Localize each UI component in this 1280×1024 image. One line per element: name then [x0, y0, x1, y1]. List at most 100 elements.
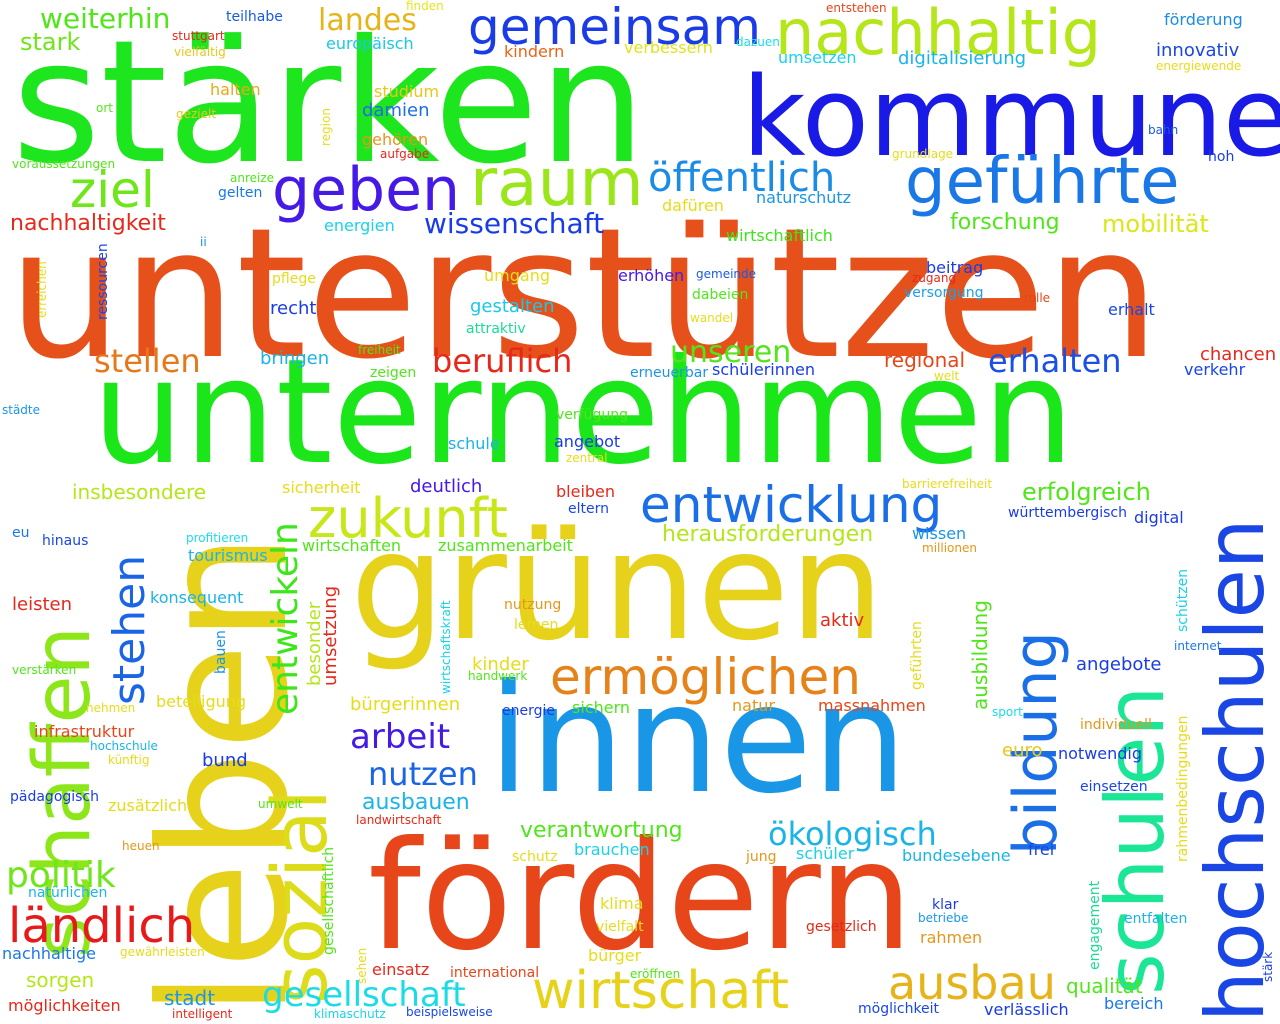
- word-sichern: sichern: [572, 698, 630, 717]
- word-mobilitaet: mobilität: [1102, 210, 1209, 238]
- word-innovativ: innovativ: [1156, 40, 1240, 61]
- word-stuttgart: stuttgart: [172, 29, 225, 43]
- word-gelten: gelten: [218, 185, 263, 201]
- word-digital: digital: [1134, 508, 1184, 527]
- word-erhoehen: erhöhen: [618, 266, 685, 285]
- word-gemeinde: gemeinde: [696, 267, 757, 281]
- word-bleiben: bleiben: [556, 482, 616, 501]
- word-halten: halten: [210, 80, 261, 99]
- word-regional: regional: [884, 348, 966, 372]
- word-qualitaet: qualität: [1066, 974, 1143, 998]
- word-hochschulen: hochschulen: [1189, 518, 1280, 1022]
- word-bauen: bauen: [213, 630, 229, 674]
- word-buergerinnen: bürgerinnen: [350, 694, 461, 715]
- word-studium: studium: [374, 82, 440, 101]
- word-energie: energie: [502, 703, 555, 719]
- word-sehen: sehen: [355, 947, 369, 984]
- word-klar: klar: [932, 897, 959, 913]
- word-erhalt: erhalt: [1108, 300, 1155, 319]
- word-moeglichkeiten: möglichkeiten: [8, 996, 121, 1015]
- word-ii: ii: [200, 235, 207, 249]
- word-konsequent: konsequent: [150, 588, 244, 607]
- word-erreichen: erreichen: [35, 261, 49, 318]
- word-gehoeren: gehören: [362, 130, 429, 149]
- word-ort: ort: [96, 101, 113, 115]
- word-schuetzen: schützen: [1175, 568, 1191, 632]
- word-intelligent: intelligent: [172, 1007, 233, 1021]
- word-vielfalt: vielfalt: [596, 919, 644, 935]
- word-buerger: bürger: [588, 946, 642, 965]
- word-anreize: anreize: [230, 171, 275, 185]
- word-frei: frei: [1028, 840, 1055, 859]
- word-klima: klima: [600, 894, 644, 913]
- word-massnahmen: massnahmen: [818, 696, 926, 715]
- word-angebote: angebote: [1076, 654, 1162, 675]
- word-entwickeln: entwickeln: [265, 522, 306, 715]
- word-schueler: schüler: [796, 844, 855, 863]
- word-dafueren: dafüren: [662, 196, 724, 215]
- word-sport: sport: [992, 705, 1023, 719]
- word-region: region: [319, 108, 333, 146]
- word-verlaesslich: verlässlich: [984, 1000, 1069, 1019]
- word-jung: jung: [746, 849, 777, 865]
- word-sorgen: sorgen: [26, 968, 95, 992]
- word-ziel: ziel: [70, 161, 155, 219]
- word-insbesondere: insbesondere: [72, 480, 207, 504]
- word-beitrag: beitrag: [926, 258, 984, 277]
- word-zentral: zentral: [566, 451, 608, 465]
- word-teilhabe: teilhabe: [226, 9, 283, 25]
- word-freiheit: freiheit: [358, 343, 401, 357]
- word-tourismus: tourismus: [188, 546, 268, 565]
- word-nachhaltige: nachhaltige: [2, 944, 96, 963]
- word-ausbildung: ausbildung: [968, 600, 992, 710]
- word-erfolgreich: erfolgreich: [1022, 478, 1151, 506]
- word-aufgabe: aufgabe: [380, 147, 430, 161]
- word-gesellschaftlich: gesellschaftlich: [321, 846, 337, 955]
- word-voraussetzungen: voraussetzungen: [12, 157, 116, 171]
- word-aktiv: aktiv: [820, 610, 865, 631]
- word-hinaus: hinaus: [42, 533, 89, 549]
- word-klimaschutz: klimaschutz: [314, 1007, 386, 1021]
- word-landes: landes: [318, 3, 417, 38]
- word-barrierefreiheit: barrierefreiheit: [902, 477, 993, 491]
- word-forschung: forschung: [950, 210, 1060, 235]
- word-stehen: stehen: [104, 554, 155, 705]
- word-wuerttembergisch: württembergisch: [1008, 505, 1127, 521]
- word-umgang: umgang: [484, 266, 550, 285]
- word-verbessern: verbessern: [624, 38, 713, 57]
- word-attraktiv: attraktiv: [466, 321, 526, 337]
- word-betriebe: betriebe: [918, 911, 969, 925]
- word-staedte: städte: [2, 403, 41, 417]
- word-schuelerinnen: schülerinnen: [712, 360, 815, 379]
- word-natur: natur: [732, 696, 775, 715]
- word-finden: finden: [406, 0, 444, 13]
- word-gesetzlich: gesetzlich: [806, 919, 877, 935]
- word-ressourcen: ressourcen: [95, 243, 111, 320]
- word-moeglichkeit: möglichkeit: [858, 1001, 940, 1017]
- word-umwelt: umwelt: [258, 797, 303, 811]
- word-eltern: eltern: [568, 501, 609, 517]
- word-bund: bund: [202, 750, 248, 771]
- word-pflege: pflege: [272, 271, 316, 287]
- word-verantwortung: verantwortung: [520, 818, 683, 843]
- word-nutzung: nutzung: [504, 597, 562, 613]
- word-millionen: millionen: [922, 541, 977, 555]
- word-engagement: engagement: [1087, 880, 1103, 970]
- word-recht: recht: [270, 298, 317, 319]
- word-international: international: [450, 965, 540, 981]
- word-handwerk: handwerk: [468, 669, 528, 683]
- word-kuenftig: künftig: [108, 753, 150, 767]
- word-umsetzung: umsetzung: [320, 585, 341, 686]
- word-rahmenbedingungen: rahmenbedingungen: [1175, 715, 1191, 863]
- word-hochschule: hochschule: [90, 739, 158, 753]
- word-stark: stark: [20, 28, 81, 56]
- word-bahn: bahn: [1148, 123, 1179, 137]
- word-profitieren: profitieren: [186, 531, 249, 545]
- word-brauchen: brauchen: [574, 840, 650, 859]
- word-infrastruktur: infrastruktur: [34, 722, 135, 741]
- word-beruflich: beruflich: [432, 342, 573, 380]
- word-wirtschaftskraft: wirtschaftskraft: [439, 600, 453, 694]
- word-erhalten: erhalten: [988, 342, 1122, 380]
- word-natuerlichen: natürlichen: [28, 885, 108, 901]
- word-cloud: stärken kommune unterstützen unternehmen…: [0, 0, 1280, 1024]
